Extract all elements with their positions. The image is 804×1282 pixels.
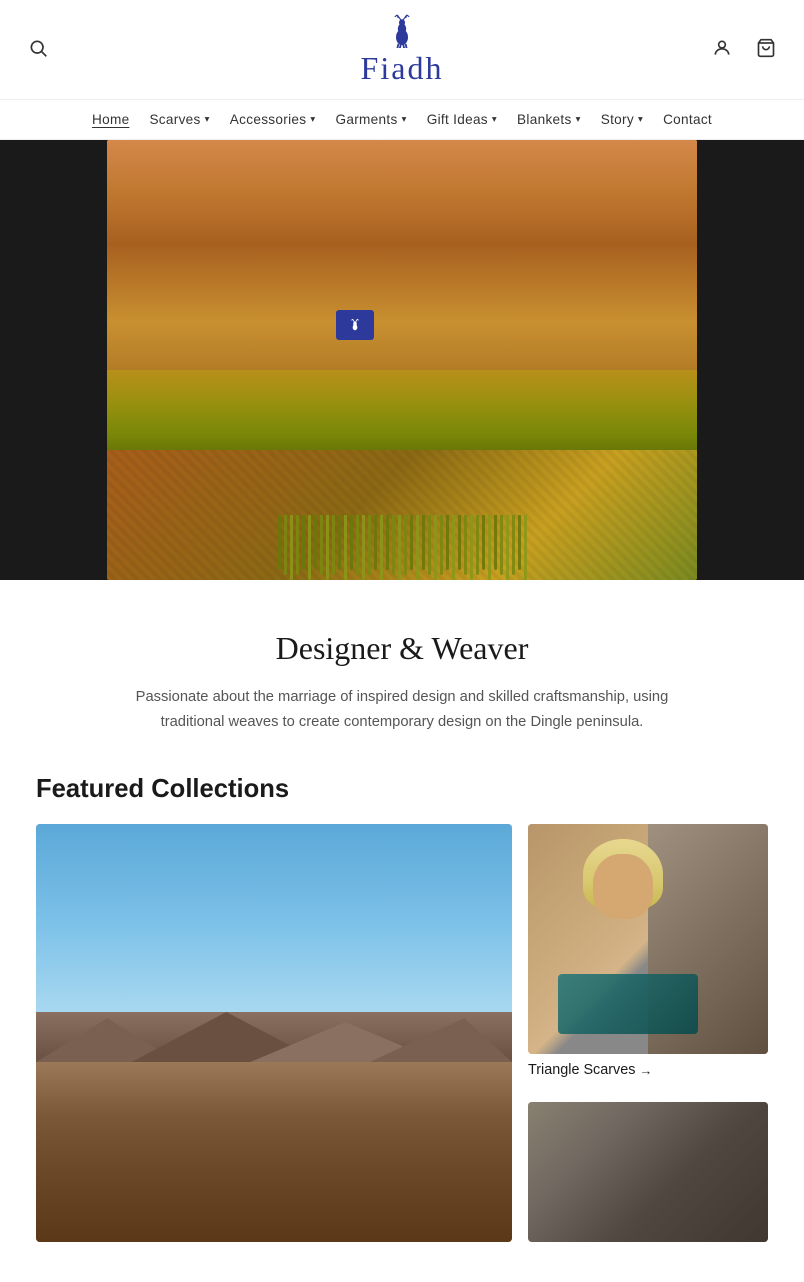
chevron-down-icon: ▾	[205, 114, 210, 125]
search-button[interactable]	[24, 34, 52, 65]
header-left	[24, 34, 84, 65]
site-header: Fiadh	[0, 0, 804, 100]
hero-section	[0, 140, 804, 580]
nav-item-gift-ideas[interactable]: Gift Ideas ▾	[419, 108, 505, 131]
featured-left-card[interactable]	[36, 824, 512, 1242]
chevron-down-icon: ▾	[310, 114, 315, 125]
main-nav: Home Scarves ▾ Accessories ▾ Garments ▾ …	[0, 100, 804, 140]
hero-image	[107, 140, 697, 580]
fringe	[107, 515, 697, 580]
brand-deer-icon	[348, 318, 362, 332]
logo[interactable]: Fiadh	[361, 12, 444, 87]
chevron-down-icon: ▾	[492, 114, 497, 125]
logo-area[interactable]: Fiadh	[84, 12, 720, 87]
nav-item-scarves[interactable]: Scarves ▾	[141, 108, 217, 131]
nav-item-contact[interactable]: Contact	[655, 108, 720, 131]
nav-item-home[interactable]: Home	[84, 108, 137, 131]
brand-tag	[336, 310, 374, 340]
triangle-scarves-card: Triangle Scarves →	[528, 824, 768, 1086]
tagline-title: Designer & Weaver	[116, 630, 688, 667]
cart-icon	[756, 38, 776, 58]
triangle-scarves-label[interactable]: Triangle Scarves →	[528, 1054, 768, 1086]
nav-item-accessories[interactable]: Accessories ▾	[222, 108, 324, 131]
arrow-icon: →	[639, 1063, 652, 1078]
tagline-subtitle: Passionate about the marriage of inspire…	[116, 685, 688, 735]
nav-item-garments[interactable]: Garments ▾	[328, 108, 415, 131]
logo-text: Fiadh	[361, 50, 444, 87]
featured-bottom-card[interactable]	[528, 1102, 768, 1242]
featured-title: Featured Collections	[36, 775, 768, 804]
chevron-down-icon: ▾	[638, 114, 643, 125]
search-icon	[28, 38, 48, 58]
featured-section: Featured Collections	[0, 765, 804, 1282]
featured-grid: Triangle Scarves →	[36, 824, 768, 1242]
chevron-down-icon: ▾	[576, 114, 581, 125]
header-actions	[720, 34, 780, 65]
cart-button[interactable]	[752, 34, 780, 65]
nav-item-story[interactable]: Story ▾	[593, 108, 651, 131]
nav-item-blankets[interactable]: Blankets ▾	[509, 108, 589, 131]
tagline-section: Designer & Weaver Passionate about the m…	[92, 580, 712, 765]
login-button[interactable]	[708, 34, 736, 65]
triangle-scarves-image[interactable]	[528, 824, 768, 1054]
deer-icon	[384, 12, 420, 48]
mountains-svg	[36, 1012, 512, 1062]
chevron-down-icon: ▾	[402, 114, 407, 125]
featured-right-column: Triangle Scarves →	[528, 824, 768, 1242]
user-icon	[712, 38, 732, 58]
